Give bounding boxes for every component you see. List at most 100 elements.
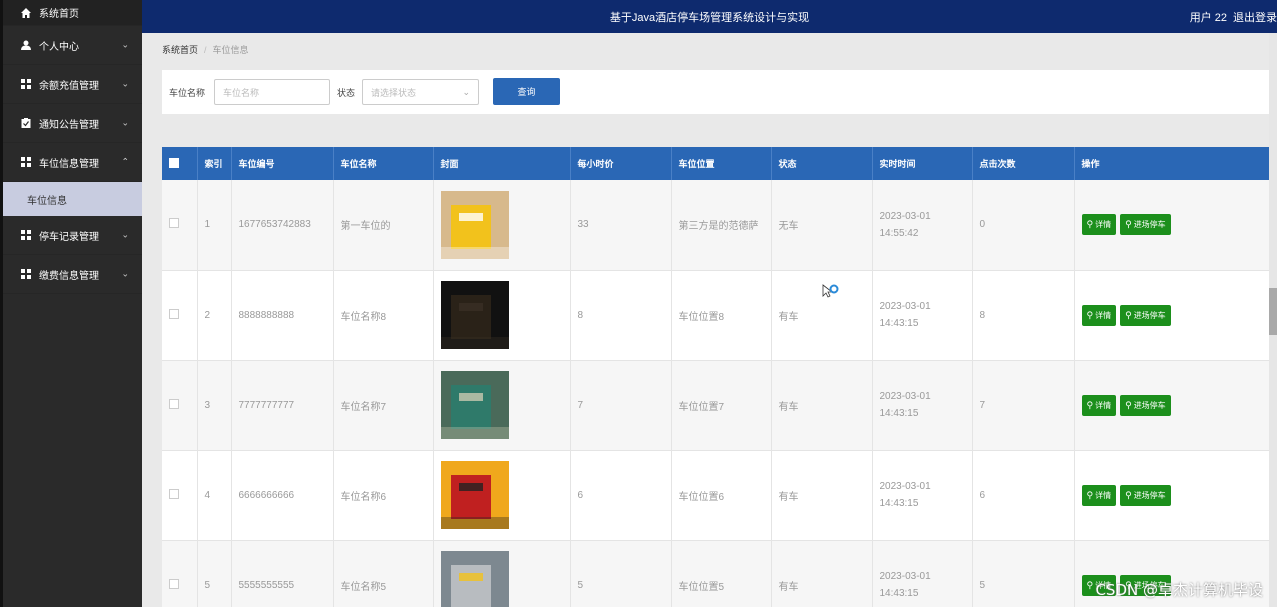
name-input[interactable]: 车位名称 — [214, 79, 330, 105]
breadcrumb-home[interactable]: 系统首页 — [162, 45, 198, 55]
detail-button-label: 详情 — [1095, 490, 1112, 500]
row-checkbox[interactable] — [162, 180, 198, 270]
top-header: 基于Java酒店停车场管理系统设计与实现 用户 22 退出登录 — [142, 0, 1277, 33]
enter-parking-button[interactable]: ⚲ 进场停车 — [1120, 394, 1171, 416]
col-header: 点击次数 — [972, 147, 1075, 180]
breadcrumb-separator: / — [204, 45, 207, 55]
cell-time: 2023-03-01 14:43:15 — [872, 450, 973, 540]
sidebar-item-profile[interactable]: 个人中心 ⌄ — [3, 26, 142, 65]
detail-button[interactable]: ⚲ 详情 — [1081, 394, 1117, 416]
cell-price: 7 — [570, 360, 672, 450]
cell-clicks: 5 — [972, 540, 1075, 607]
sidebar-item-label: 缴费信息管理 — [39, 270, 99, 282]
sidebar-item-label: 系统首页 — [39, 9, 79, 20]
col-header: 车位编号 — [231, 147, 334, 180]
search-icon: ⚲ — [1086, 399, 1094, 410]
enter-parking-button-label: 进场停车 — [1133, 310, 1166, 320]
enter-parking-button[interactable]: ⚲ 进场停车 — [1120, 304, 1171, 326]
cell-clicks: 8 — [972, 270, 1075, 360]
col-header: 索引 — [197, 147, 232, 180]
page-scrollbar[interactable] — [1269, 33, 1277, 607]
query-button[interactable]: 查询 — [493, 78, 560, 105]
search-icon: ⚲ — [1086, 579, 1094, 590]
enter-parking-button[interactable]: ⚲ 进场停车 — [1120, 214, 1171, 236]
cell-code: 6666666666 — [231, 450, 334, 540]
sidebar-item-payment[interactable]: 缴费信息管理 ⌄ — [3, 255, 142, 294]
chevron-up-icon: ⌃ — [121, 156, 129, 167]
cell-cover — [433, 450, 571, 540]
sidebar: 系统首页 个人中心 ⌄ 余额充值管理 ⌄ 通知公告管理 ⌄ 车位信息管理 ⌃ 车… — [0, 0, 142, 607]
cell-price: 5 — [570, 540, 672, 607]
notice-icon — [19, 118, 33, 128]
enter-parking-button[interactable]: ⚲ 进场停车 — [1120, 484, 1171, 506]
grid-icon — [19, 79, 33, 89]
grid-icon — [19, 230, 33, 240]
table-row: 4 6666666666 车位名称6 6 车位位置6 有车 2023-03-01… — [162, 450, 1277, 540]
cell-actions: ⚲ 详情 ⚲ 进场停车 — [1074, 180, 1277, 270]
user-name: 用户 22 — [1189, 12, 1227, 24]
chevron-down-icon: ⌄ — [121, 268, 129, 279]
chevron-down-icon: ⌄ — [462, 86, 470, 97]
cell-location: 车位位置5 — [671, 540, 772, 607]
sidebar-item-label: 车位信息管理 — [39, 158, 99, 170]
cell-location: 第三方是的范德萨 — [671, 180, 772, 270]
grid-icon — [19, 157, 33, 167]
col-header: 封面 — [433, 147, 571, 180]
select-all-checkbox[interactable] — [162, 147, 198, 180]
cell-code: 5555555555 — [231, 540, 334, 607]
cell-status: 有车 — [771, 360, 873, 450]
cell-price: 8 — [570, 270, 672, 360]
sidebar-subitem-parking-info[interactable]: 车位信息 — [3, 182, 142, 216]
row-checkbox[interactable] — [162, 360, 198, 450]
row-checkbox[interactable] — [162, 540, 198, 607]
user-area: 用户 22 退出登录 — [1184, 9, 1277, 25]
cell-status: 无车 — [771, 180, 873, 270]
status-select-placeholder: 请选择状态 — [371, 87, 417, 98]
cell-status: 有车 — [771, 450, 873, 540]
status-select[interactable]: 请选择状态 ⌄ — [362, 79, 479, 105]
row-checkbox[interactable] — [162, 450, 198, 540]
search-icon: ⚲ — [1125, 309, 1132, 320]
scrollbar-thumb[interactable] — [1269, 288, 1277, 335]
col-header: 车位位置 — [671, 147, 772, 180]
cell-index: 1 — [197, 180, 232, 270]
sidebar-item-parking-space[interactable]: 车位信息管理 ⌃ — [3, 143, 142, 182]
logout-link[interactable]: 退出登录 — [1233, 12, 1277, 24]
detail-button[interactable]: ⚲ 详情 — [1081, 304, 1117, 326]
table-header-row: 索引 车位编号 车位名称 封面 每小时价 车位位置 状态 实时时间 点击次数 操… — [162, 147, 1277, 180]
cell-clicks: 6 — [972, 450, 1075, 540]
sidebar-item-notice[interactable]: 通知公告管理 ⌄ — [3, 104, 142, 143]
table-row: 3 7777777777 车位名称7 7 车位位置7 有车 2023-03-01… — [162, 360, 1277, 450]
cover-image — [440, 551, 509, 607]
col-header: 状态 — [771, 147, 873, 180]
search-icon: ⚲ — [1086, 489, 1094, 500]
breadcrumb-current: 车位信息 — [212, 45, 249, 55]
search-icon: ⚲ — [1125, 219, 1132, 230]
sidebar-item-label: 余额充值管理 — [39, 80, 99, 92]
cell-code: 8888888888 — [231, 270, 334, 360]
cell-index: 3 — [197, 360, 232, 450]
sidebar-item-recharge[interactable]: 余额充值管理 ⌄ — [3, 65, 142, 104]
detail-button-label: 详情 — [1095, 400, 1112, 410]
cell-time: 2023-03-01 14:43:15 — [872, 360, 973, 450]
cell-clicks: 7 — [972, 360, 1075, 450]
cell-cover — [433, 540, 571, 607]
search-icon: ⚲ — [1125, 399, 1132, 410]
sidebar-item-parking-records[interactable]: 停车记录管理 ⌄ — [3, 216, 142, 255]
sidebar-item-home[interactable]: 系统首页 — [3, 0, 142, 26]
search-icon: ⚲ — [1086, 309, 1094, 320]
status-label: 状态 — [337, 88, 356, 98]
home-icon — [19, 7, 33, 18]
chevron-down-icon: ⌄ — [121, 78, 129, 89]
breadcrumb: 系统首页 / 车位信息 — [162, 43, 249, 56]
detail-button[interactable]: ⚲ 详情 — [1081, 484, 1117, 506]
cell-name: 车位名称5 — [333, 540, 434, 607]
row-checkbox[interactable] — [162, 270, 198, 360]
cell-actions: ⚲ 详情 ⚲ 进场停车 — [1074, 360, 1277, 450]
cell-clicks: 0 — [972, 180, 1075, 270]
enter-parking-button-label: 进场停车 — [1133, 490, 1166, 500]
col-header: 实时时间 — [872, 147, 973, 180]
cell-code: 1677653742883 — [231, 180, 334, 270]
detail-button[interactable]: ⚲ 详情 — [1081, 214, 1117, 236]
cell-time: 2023-03-01 14:43:15 — [872, 270, 973, 360]
